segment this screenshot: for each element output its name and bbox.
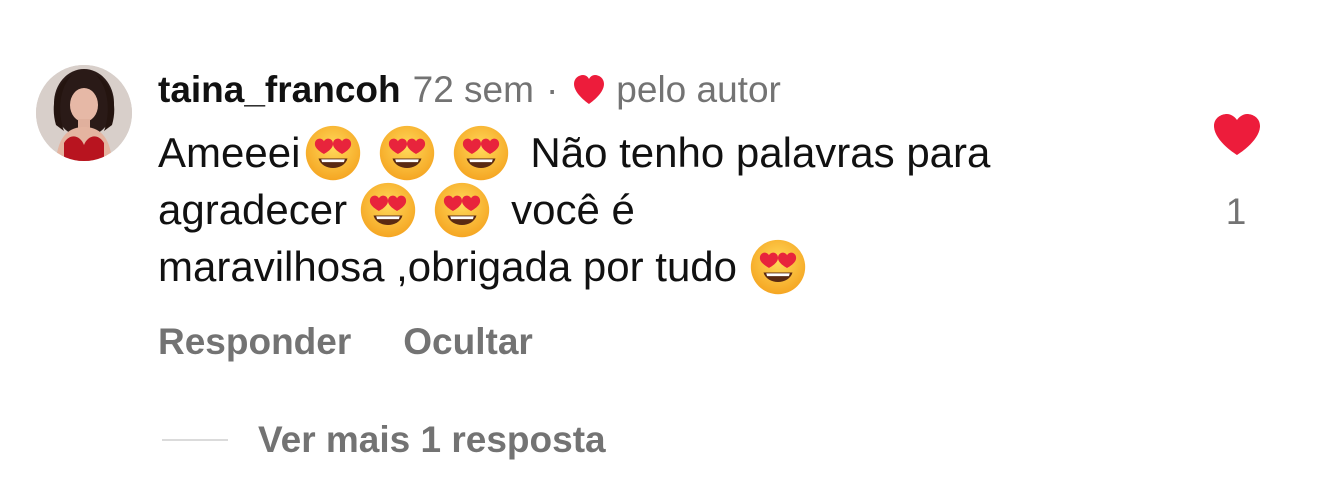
avatar[interactable] bbox=[36, 65, 132, 161]
heart-eyes-emoji-icon bbox=[749, 238, 807, 296]
heart-eyes-emoji-icon bbox=[433, 181, 491, 239]
timestamp: 72 sem bbox=[412, 69, 534, 110]
comment-text-segment: Ameeei bbox=[158, 129, 301, 176]
comment-text-segment: maravilhosa ,obrigada por tudo bbox=[158, 243, 738, 290]
comment-line: maravilhosa ,obrigada por tudo bbox=[158, 238, 1118, 295]
hide-button[interactable]: Ocultar bbox=[403, 318, 533, 366]
divider bbox=[162, 439, 228, 441]
view-more-replies-label: Ver mais 1 resposta bbox=[258, 419, 606, 460]
liked-by-author-label: pelo autor bbox=[616, 69, 781, 110]
avatar-image bbox=[36, 65, 132, 161]
comment-text-segment: Não tenho palavras para bbox=[530, 129, 991, 176]
heart-eyes-emoji-icon bbox=[452, 124, 510, 182]
comment-text-segment: agradecer bbox=[158, 186, 348, 233]
comment-text-segment: você é bbox=[511, 186, 635, 233]
username[interactable]: taina_francoh bbox=[158, 66, 401, 114]
comment-line: agradecer você é bbox=[158, 181, 1118, 238]
separator-dot: · bbox=[545, 69, 559, 110]
like-button[interactable] bbox=[1212, 113, 1262, 157]
heart-eyes-emoji-icon bbox=[378, 124, 436, 182]
reply-button[interactable]: Responder bbox=[158, 318, 351, 366]
like-count: 1 bbox=[1225, 191, 1247, 232]
heart-icon bbox=[572, 74, 606, 106]
comment-text: Ameeei Não tenho palavras para agradecer… bbox=[158, 124, 1118, 295]
heart-icon bbox=[1214, 114, 1260, 155]
comment-line: Ameeei Não tenho palavras para bbox=[158, 124, 1118, 181]
heart-eyes-emoji-icon bbox=[304, 124, 362, 182]
comment-header: taina_francoh 72 sem · pelo autor bbox=[158, 66, 781, 114]
heart-eyes-emoji-icon bbox=[359, 181, 417, 239]
view-more-replies[interactable]: Ver mais 1 resposta bbox=[162, 416, 606, 464]
comment-actions: Responder Ocultar bbox=[158, 318, 533, 366]
